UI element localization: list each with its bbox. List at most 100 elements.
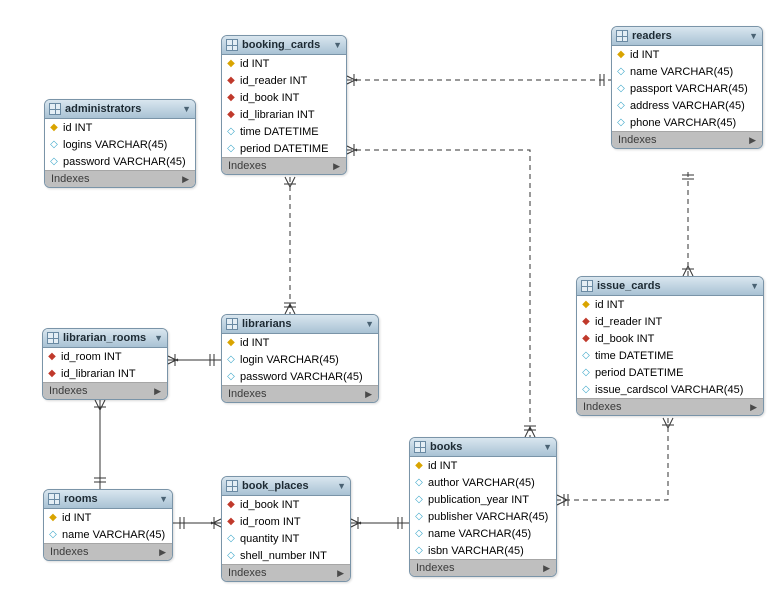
entity-administrators[interactable]: administrators ▼ ◆id INT ◇logins VARCHAR… — [44, 99, 196, 188]
column-row[interactable]: ◆id INT — [577, 296, 763, 313]
column-row[interactable]: ◇time DATETIME — [577, 347, 763, 364]
fk-icon: ◆ — [226, 500, 236, 510]
column-row[interactable]: ◇shell_number INT — [222, 547, 350, 564]
entity-header[interactable]: booking_cards ▼ — [222, 36, 346, 55]
column-row[interactable]: ◇password VARCHAR(45) — [222, 368, 378, 385]
column-row[interactable]: ◆id INT — [222, 334, 378, 351]
diamond-icon: ◇ — [414, 512, 424, 522]
column-row[interactable]: ◇login VARCHAR(45) — [222, 351, 378, 368]
column-row[interactable]: ◇password VARCHAR(45) — [45, 153, 195, 170]
column-row[interactable]: ◇period DATETIME — [222, 140, 346, 157]
chevron-right-icon: ▶ — [749, 135, 756, 146]
column-row[interactable]: ◆id_room INT — [222, 513, 350, 530]
entity-header[interactable]: book_places ▼ — [222, 477, 350, 496]
column-row[interactable]: ◇address VARCHAR(45) — [612, 97, 762, 114]
column-row[interactable]: ◆id INT — [612, 46, 762, 63]
column-row[interactable]: ◇publisher VARCHAR(45) — [410, 508, 556, 525]
column-row[interactable]: ◆id_book INT — [577, 330, 763, 347]
column-row[interactable]: ◆id_reader INT — [577, 313, 763, 330]
column-row[interactable]: ◇quantity INT — [222, 530, 350, 547]
entity-header[interactable]: issue_cards ▼ — [577, 277, 763, 296]
entity-header[interactable]: librarian_rooms ▼ — [43, 329, 167, 348]
table-icon — [226, 318, 238, 330]
column-list: ◆id_book INT ◆id_room INT ◇quantity INT … — [222, 496, 350, 564]
indexes-footer[interactable]: Indexes▶ — [43, 382, 167, 399]
entity-header[interactable]: readers ▼ — [612, 27, 762, 46]
column-row[interactable]: ◆id INT — [410, 457, 556, 474]
indexes-footer[interactable]: Indexes▶ — [612, 131, 762, 148]
entity-readers[interactable]: readers ▼ ◆id INT ◇name VARCHAR(45) ◇pas… — [611, 26, 763, 149]
indexes-footer[interactable]: Indexes▶ — [44, 543, 172, 560]
column-list: ◆id INT ◆id_reader INT ◆id_book INT ◆id_… — [222, 55, 346, 157]
diamond-icon: ◇ — [616, 101, 626, 111]
table-icon — [226, 39, 238, 51]
entity-book-places[interactable]: book_places ▼ ◆id_book INT ◆id_room INT … — [221, 476, 351, 582]
entity-librarian-rooms[interactable]: librarian_rooms ▼ ◆id_room INT ◆id_libra… — [42, 328, 168, 400]
column-row[interactable]: ◇issue_cardscol VARCHAR(45) — [577, 381, 763, 398]
column-row[interactable]: ◇publication_year INT — [410, 491, 556, 508]
column-row[interactable]: ◆id_librarian INT — [222, 106, 346, 123]
chevron-down-icon: ▼ — [750, 281, 759, 291]
column-row[interactable]: ◇author VARCHAR(45) — [410, 474, 556, 491]
column-row[interactable]: ◇name VARCHAR(45) — [612, 63, 762, 80]
entity-rooms[interactable]: rooms ▼ ◆id INT ◇name VARCHAR(45) Indexe… — [43, 489, 173, 561]
column-row[interactable]: ◇name VARCHAR(45) — [410, 525, 556, 542]
column-row[interactable]: ◇period DATETIME — [577, 364, 763, 381]
key-icon: ◆ — [616, 50, 626, 60]
column-row[interactable]: ◆id_book INT — [222, 496, 350, 513]
indexes-footer[interactable]: Indexes▶ — [222, 157, 346, 174]
fk-icon: ◆ — [226, 110, 236, 120]
chevron-down-icon: ▼ — [365, 319, 374, 329]
column-row[interactable]: ◇name VARCHAR(45) — [44, 526, 172, 543]
column-list: ◆id INT ◇login VARCHAR(45) ◇password VAR… — [222, 334, 378, 385]
table-icon — [49, 103, 61, 115]
column-row[interactable]: ◆id_room INT — [43, 348, 167, 365]
column-row[interactable]: ◆id INT — [45, 119, 195, 136]
table-icon — [414, 441, 426, 453]
entity-header[interactable]: books ▼ — [410, 438, 556, 457]
column-row[interactable]: ◆id_reader INT — [222, 72, 346, 89]
table-icon — [581, 280, 593, 292]
column-row[interactable]: ◆id_librarian INT — [43, 365, 167, 382]
indexes-footer[interactable]: Indexes▶ — [222, 385, 378, 402]
key-icon: ◆ — [226, 338, 236, 348]
column-row[interactable]: ◆id INT — [44, 509, 172, 526]
entity-books[interactable]: books ▼ ◆id INT ◇author VARCHAR(45) ◇pub… — [409, 437, 557, 577]
column-row[interactable]: ◆id INT — [222, 55, 346, 72]
diamond-icon: ◇ — [226, 372, 236, 382]
entity-header[interactable]: rooms ▼ — [44, 490, 172, 509]
chevron-down-icon: ▼ — [337, 481, 346, 491]
chevron-down-icon: ▼ — [154, 333, 163, 343]
indexes-footer[interactable]: Indexes▶ — [410, 559, 556, 576]
indexes-footer[interactable]: Indexes▶ — [45, 170, 195, 187]
fk-icon: ◆ — [47, 352, 57, 362]
key-icon: ◆ — [581, 300, 591, 310]
column-row[interactable]: ◆id_book INT — [222, 89, 346, 106]
column-row[interactable]: ◇logins VARCHAR(45) — [45, 136, 195, 153]
column-row[interactable]: ◇passport VARCHAR(45) — [612, 80, 762, 97]
indexes-footer[interactable]: Indexes▶ — [222, 564, 350, 581]
entity-title: administrators — [65, 103, 182, 115]
diamond-icon: ◇ — [581, 351, 591, 361]
diamond-icon: ◇ — [414, 478, 424, 488]
indexes-footer[interactable]: Indexes▶ — [577, 398, 763, 415]
column-row[interactable]: ◇time DATETIME — [222, 123, 346, 140]
column-list: ◆id_room INT ◆id_librarian INT — [43, 348, 167, 382]
column-list: ◆id INT ◇name VARCHAR(45) — [44, 509, 172, 543]
entity-title: readers — [632, 30, 749, 42]
entity-title: librarians — [242, 318, 365, 330]
entity-header[interactable]: librarians ▼ — [222, 315, 378, 334]
chevron-down-icon: ▼ — [749, 31, 758, 41]
column-row[interactable]: ◇isbn VARCHAR(45) — [410, 542, 556, 559]
diamond-icon: ◇ — [48, 530, 58, 540]
entity-booking-cards[interactable]: booking_cards ▼ ◆id INT ◆id_reader INT ◆… — [221, 35, 347, 175]
column-row[interactable]: ◇phone VARCHAR(45) — [612, 114, 762, 131]
entity-issue-cards[interactable]: issue_cards ▼ ◆id INT ◆id_reader INT ◆id… — [576, 276, 764, 416]
diamond-icon: ◇ — [581, 385, 591, 395]
entity-header[interactable]: administrators ▼ — [45, 100, 195, 119]
entity-title: booking_cards — [242, 39, 333, 51]
fk-icon: ◆ — [226, 93, 236, 103]
diamond-icon: ◇ — [616, 118, 626, 128]
fk-icon: ◆ — [581, 334, 591, 344]
entity-librarians[interactable]: librarians ▼ ◆id INT ◇login VARCHAR(45) … — [221, 314, 379, 403]
